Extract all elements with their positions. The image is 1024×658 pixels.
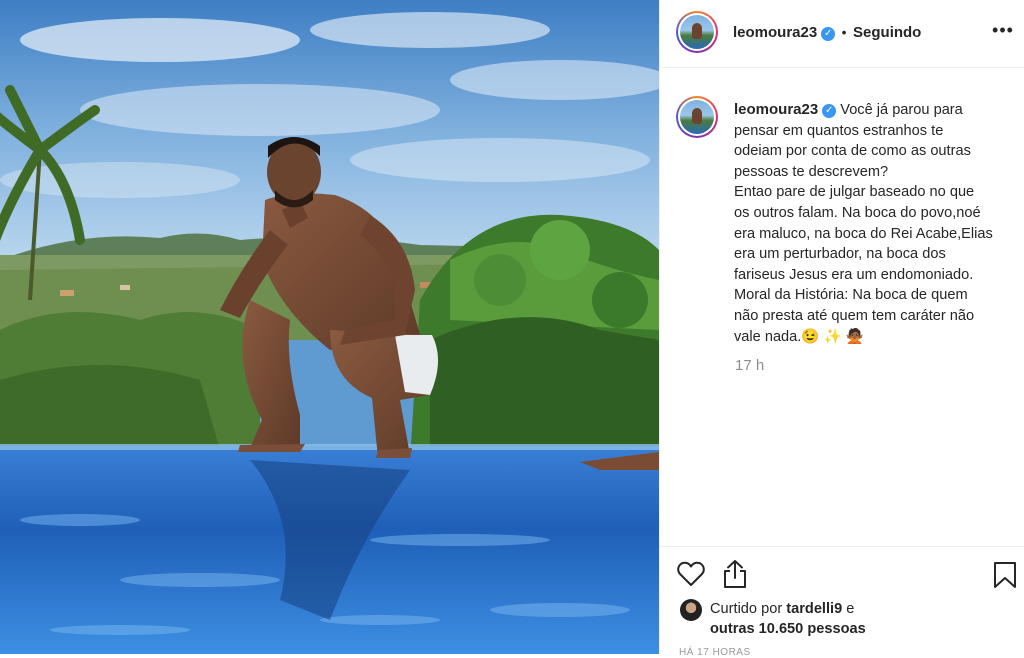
share-icon[interactable] (722, 559, 748, 594)
post-photo[interactable] (0, 0, 659, 654)
caption-text: Entao pare de julgar baseado no que (734, 184, 975, 201)
liker-username[interactable]: tardelli9 (786, 601, 842, 617)
header-user-line: leomoura23 ✓ • Seguindo (733, 24, 921, 42)
verified-badge-icon: ✓ (822, 104, 837, 118)
likes-prefix: Curtido por (710, 601, 787, 617)
post-actions: Curtido por tardelli9 e outras 10.650 pe… (660, 546, 1024, 658)
caption-text: pensar em quantos estranhos te (734, 122, 944, 139)
caption-text: pessoas te descrevem? (734, 163, 889, 180)
caption-username[interactable]: leomoura23 (734, 101, 818, 118)
likes-summary: Curtido por tardelli9 e outras 10.650 pe… (710, 599, 866, 639)
caption-text: não presta até quem tem caráter não (734, 307, 975, 324)
likes-others-link[interactable]: outras 10.650 pessoas (710, 621, 866, 637)
header-separator: • (841, 24, 847, 40)
liker-avatar[interactable] (680, 599, 702, 621)
caption-text: Você já parou para (840, 102, 963, 118)
follow-status-button[interactable]: Seguindo (853, 24, 921, 41)
author-username[interactable]: leomoura23 (733, 24, 817, 41)
more-options-icon[interactable]: ••• (991, 20, 1015, 40)
author-avatar[interactable] (676, 11, 718, 53)
caption-text: os outros falam. Na boca do povo,noé (734, 204, 981, 221)
caption-text: vale nada.😉 ✨ 🙅🏾 (734, 328, 864, 345)
caption-timestamp[interactable]: 17 h (735, 357, 764, 374)
caption-text: odeiam por conta de como as outras (734, 143, 971, 160)
likes-middle: e (842, 601, 855, 617)
caption-text: fariseus Jesus era um endomoniado. (734, 266, 974, 283)
post-caption: leomoura23 ✓ Você já parou para pensar em… (734, 100, 1009, 347)
caption-text: Moral da História: Na boca de quem (734, 287, 968, 304)
post-panel: leomoura23 ✓ • Seguindo ••• leomoura23 ✓ V… (659, 0, 1024, 658)
caption-text: era maluco, na boca do Rei Acabe,Elias (734, 225, 993, 242)
verified-badge-icon: ✓ (821, 27, 836, 41)
heart-icon[interactable] (677, 561, 705, 592)
caption-avatar[interactable] (676, 96, 718, 138)
post-header: leomoura23 ✓ • Seguindo ••• (660, 0, 1024, 68)
bookmark-icon[interactable] (993, 561, 1017, 594)
caption-line-1: leomoura23 ✓ Você já parou para (734, 100, 1009, 121)
posted-time[interactable]: HÁ 17 HORAS (679, 647, 751, 658)
caption-text: era um perturbador, na boca dos (734, 246, 946, 263)
